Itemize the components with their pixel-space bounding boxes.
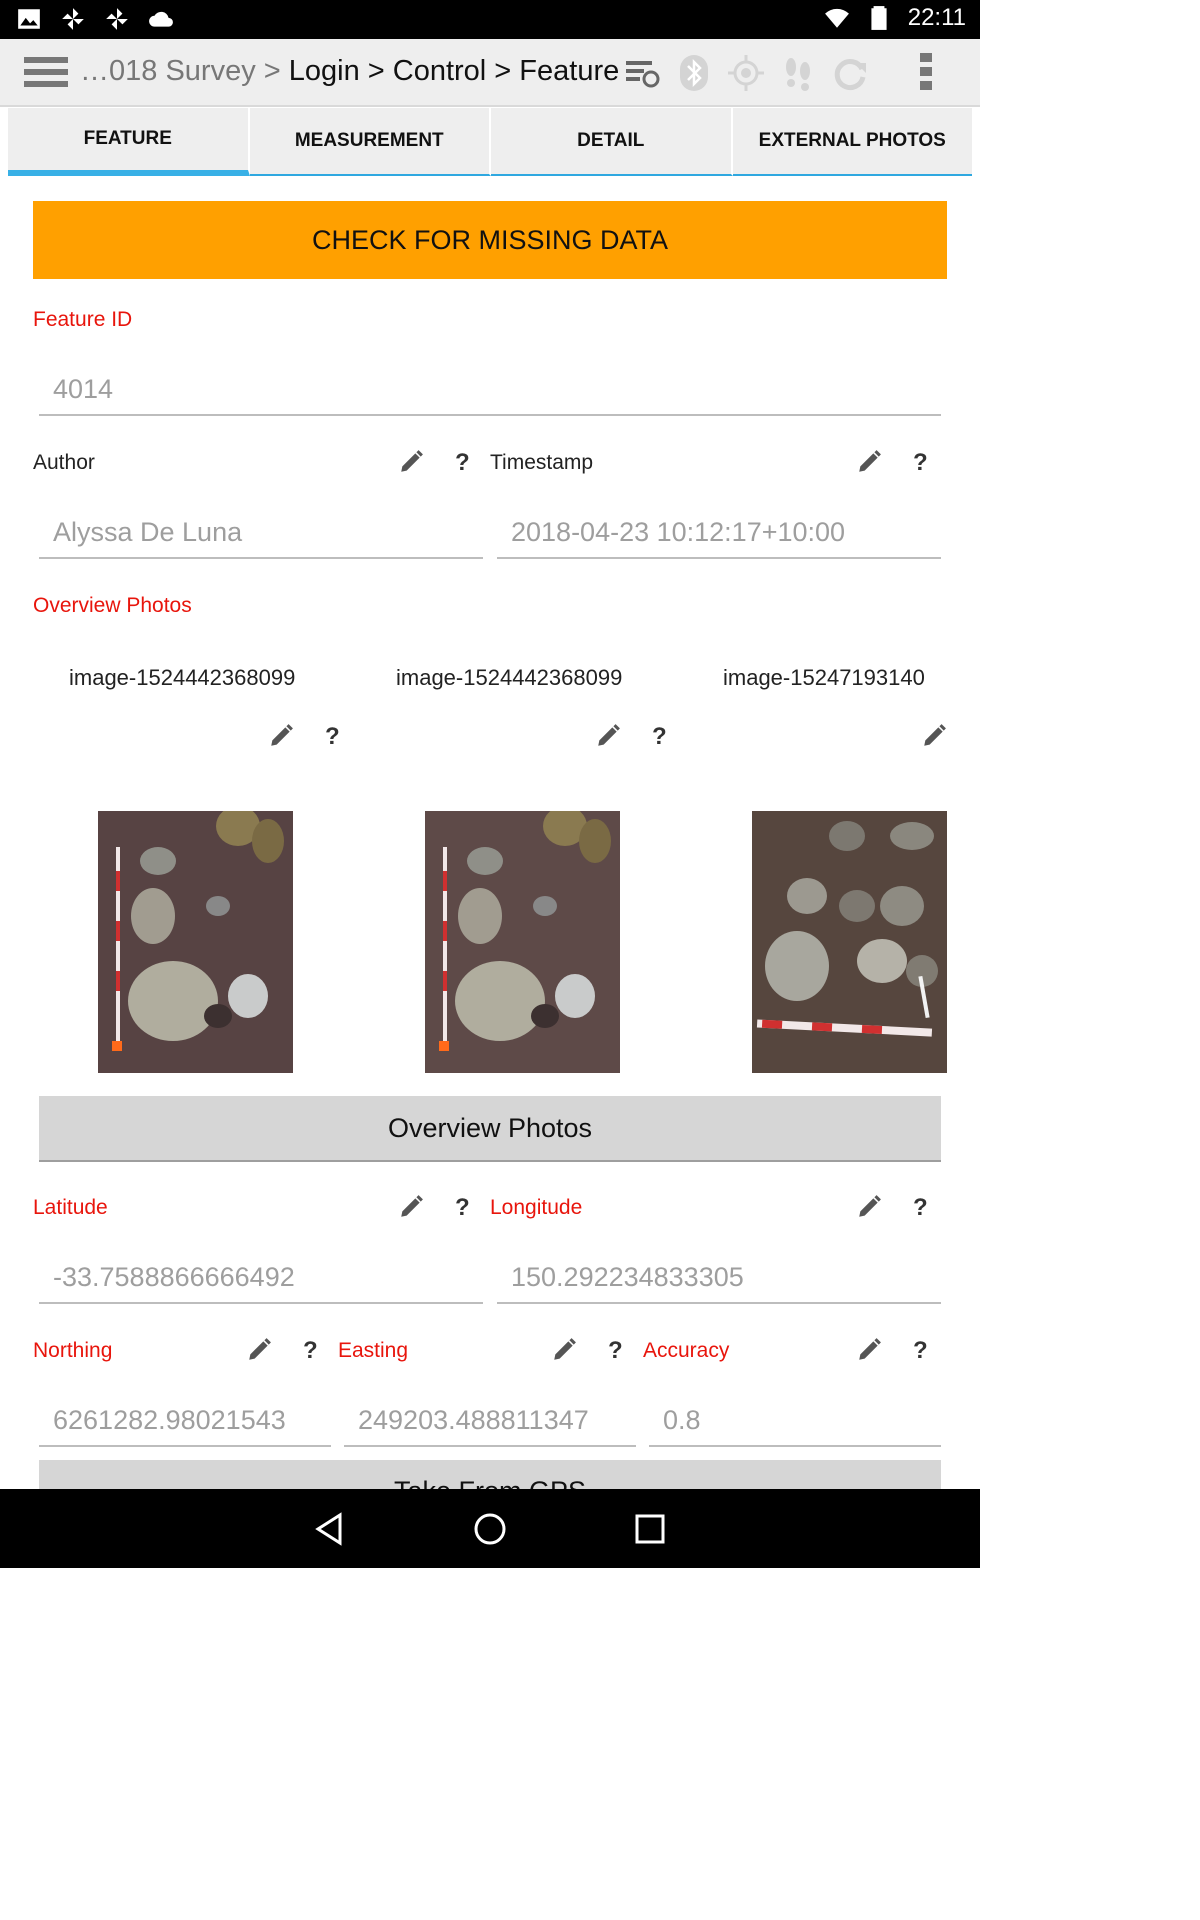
tab-bar: FEATURE MEASUREMENT DETAIL EXTERNAL PHOT… [8, 108, 972, 176]
breadcrumb-main: Login > Control > Feature [280, 55, 620, 87]
tab-measurement[interactable]: MEASUREMENT [249, 108, 491, 176]
breadcrumb-dim: …018 Survey > [80, 55, 281, 87]
overflow-menu-icon[interactable] [920, 53, 934, 95]
timestamp-label: Timestamp [490, 451, 594, 474]
tab-external-photos[interactable]: EXTERNAL PHOTOS [732, 108, 972, 176]
photo-thumbnail[interactable] [425, 811, 620, 1073]
image-name: image-1524442368099 [396, 665, 623, 690]
help-icon[interactable]: ? [913, 449, 928, 477]
image-icon [18, 9, 40, 29]
pinwheel-icon [62, 8, 84, 30]
check-missing-data-button[interactable]: CHECK FOR MISSING DATA [33, 201, 947, 279]
help-icon[interactable]: ? [913, 1194, 928, 1222]
help-icon[interactable]: ? [455, 449, 470, 477]
help-icon[interactable]: ? [913, 1337, 928, 1365]
overview-photos-button[interactable]: Overview Photos [39, 1096, 941, 1162]
pencil-icon[interactable] [398, 1194, 424, 1220]
easting-field[interactable]: 249203.488811347 [344, 1395, 636, 1447]
take-from-gps-button[interactable]: Take From GPS [39, 1460, 941, 1489]
clock: 22:11 [907, 4, 966, 31]
sync-list-icon[interactable] [622, 53, 662, 93]
refresh-icon[interactable] [830, 53, 870, 93]
northing-label: Northing [33, 1339, 113, 1362]
help-icon[interactable]: ? [325, 723, 340, 751]
wifi-icon [824, 8, 849, 28]
pinwheel-icon [106, 8, 128, 30]
pencil-icon[interactable] [268, 723, 294, 749]
help-icon[interactable]: ? [608, 1337, 623, 1365]
menu-icon[interactable] [24, 57, 68, 91]
pencil-icon[interactable] [856, 449, 882, 475]
image-name: image-1524442368099 [69, 665, 296, 690]
photo-thumbnail[interactable] [98, 811, 293, 1073]
author-field[interactable]: Alyssa De Luna [39, 507, 483, 559]
pencil-icon[interactable] [551, 1337, 577, 1363]
recents-icon[interactable] [632, 1511, 668, 1547]
timestamp-field[interactable]: 2018-04-23 10:12:17+10:00 [497, 507, 941, 559]
pencil-icon[interactable] [595, 723, 621, 749]
accuracy-field[interactable]: 0.8 [649, 1395, 941, 1447]
bluetooth-icon[interactable] [674, 53, 714, 93]
tab-feature[interactable]: FEATURE [8, 108, 250, 176]
help-icon[interactable]: ? [652, 723, 667, 751]
longitude-field[interactable]: 150.292234833305 [497, 1252, 941, 1304]
accuracy-label: Accuracy [643, 1339, 730, 1362]
feature-id-label: Feature ID [33, 308, 133, 331]
footsteps-icon[interactable] [778, 53, 818, 93]
help-icon[interactable]: ? [455, 1194, 470, 1222]
navigation-bar [0, 1489, 980, 1568]
pencil-icon[interactable] [398, 449, 424, 475]
pencil-icon[interactable] [246, 1337, 272, 1363]
longitude-label: Longitude [490, 1196, 583, 1219]
back-icon[interactable] [312, 1511, 348, 1547]
feature-id-field[interactable]: 4014 [39, 364, 941, 416]
northing-field[interactable]: 6261282.98021543 [39, 1395, 331, 1447]
image-name: image-15247193140 [723, 665, 925, 690]
overview-photos-label: Overview Photos [33, 594, 192, 617]
latitude-label: Latitude [33, 1196, 108, 1219]
tab-detail[interactable]: DETAIL [491, 108, 733, 176]
easting-label: Easting [338, 1339, 409, 1362]
battery-icon [871, 6, 887, 30]
app-toolbar: …018 Survey > Login > Control > Feature [0, 39, 980, 107]
help-icon[interactable]: ? [303, 1337, 318, 1365]
photo-thumbnail[interactable] [752, 811, 947, 1073]
pencil-icon[interactable] [856, 1194, 882, 1220]
pencil-icon[interactable] [856, 1337, 882, 1363]
pencil-icon[interactable] [921, 723, 947, 749]
gps-icon[interactable] [726, 53, 766, 93]
cloud-icon [149, 11, 173, 27]
breadcrumb: …018 Survey > Login > Control > Feature [80, 55, 619, 88]
author-label: Author [33, 451, 95, 474]
latitude-field[interactable]: -33.7588866666492 [39, 1252, 483, 1304]
status-bar: 22:11 [0, 0, 980, 39]
home-icon[interactable] [472, 1511, 508, 1547]
